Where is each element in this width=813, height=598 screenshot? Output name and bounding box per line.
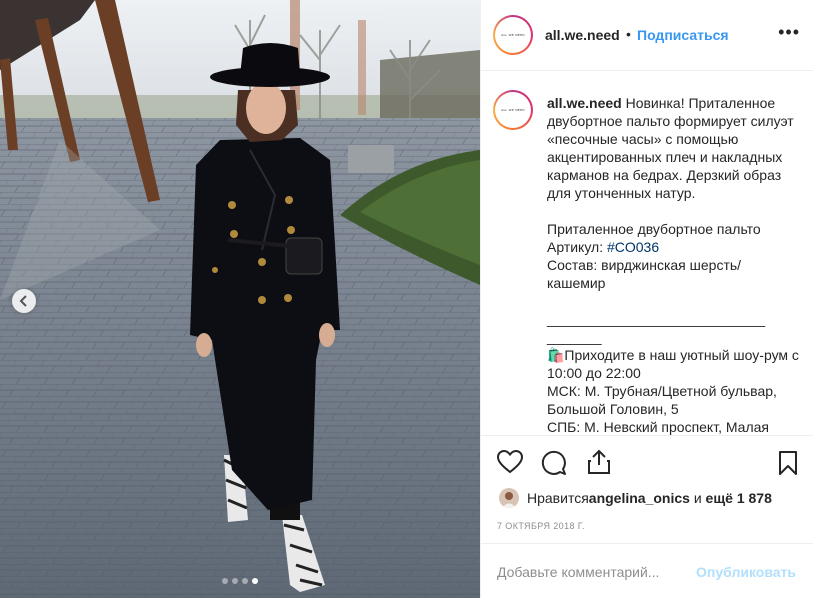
caption-hashtag[interactable]: #CO036: [607, 239, 659, 255]
comment-icon[interactable]: [541, 450, 567, 476]
post-side-panel: ALL WE NEED all.we.need • Подписаться ••…: [480, 0, 813, 598]
carousel-indicator: [0, 578, 480, 584]
caption-section[interactable]: ALL WE NEED all.we.need Новинка! Притале…: [481, 71, 813, 435]
post-photo[interactable]: [0, 0, 480, 598]
account-username[interactable]: all.we.need: [545, 27, 620, 43]
post-header: ALL WE NEED all.we.need • Подписаться ••…: [481, 0, 813, 71]
likes-prefix: Нравится: [527, 490, 589, 506]
follow-button[interactable]: Подписаться: [637, 27, 729, 43]
caption-text: all.we.need Новинка! Приталенное двуборт…: [547, 94, 803, 435]
bookmark-icon[interactable]: [778, 450, 798, 476]
liker-avatar[interactable]: [499, 488, 519, 508]
carousel-prev-button[interactable]: [12, 289, 36, 313]
caption-avatar[interactable]: ALL WE NEED: [493, 90, 533, 130]
fashion-photo: [0, 0, 480, 598]
caption-body: Новинка! Приталенное двубортное пальто ф…: [547, 95, 794, 255]
likes-and: и: [689, 490, 706, 506]
avatar-logo: ALL WE NEED: [501, 108, 525, 112]
carousel-dot: [222, 578, 228, 584]
carousel-dot: [232, 578, 238, 584]
more-icon[interactable]: •••: [778, 22, 800, 43]
likes-summary: Нравится angelina_onics и ещё 1 878: [499, 488, 772, 508]
comment-input[interactable]: [497, 562, 687, 582]
account-avatar[interactable]: ALL WE NEED: [493, 15, 533, 55]
caption-username[interactable]: all.we.need: [547, 95, 622, 111]
caption-body-continued: Состав: вирджинская шерсть/ кашемир ____…: [547, 257, 799, 435]
action-bar: [481, 435, 813, 491]
carousel-dot: [242, 578, 248, 584]
chevron-left-icon: [19, 295, 27, 307]
liked-by-username[interactable]: angelina_onics: [589, 490, 690, 506]
share-icon[interactable]: [587, 449, 611, 475]
post-date[interactable]: 7 октября 2018 г.: [497, 521, 585, 531]
publish-button[interactable]: Опубликовать: [696, 564, 796, 580]
carousel-dot: [252, 578, 258, 584]
likes-count-link[interactable]: ещё 1 878: [706, 490, 772, 506]
heart-icon[interactable]: [497, 450, 523, 474]
avatar-logo: ALL WE NEED: [501, 33, 525, 37]
comment-form: Опубликовать: [481, 543, 813, 598]
header-separator: •: [626, 26, 631, 42]
